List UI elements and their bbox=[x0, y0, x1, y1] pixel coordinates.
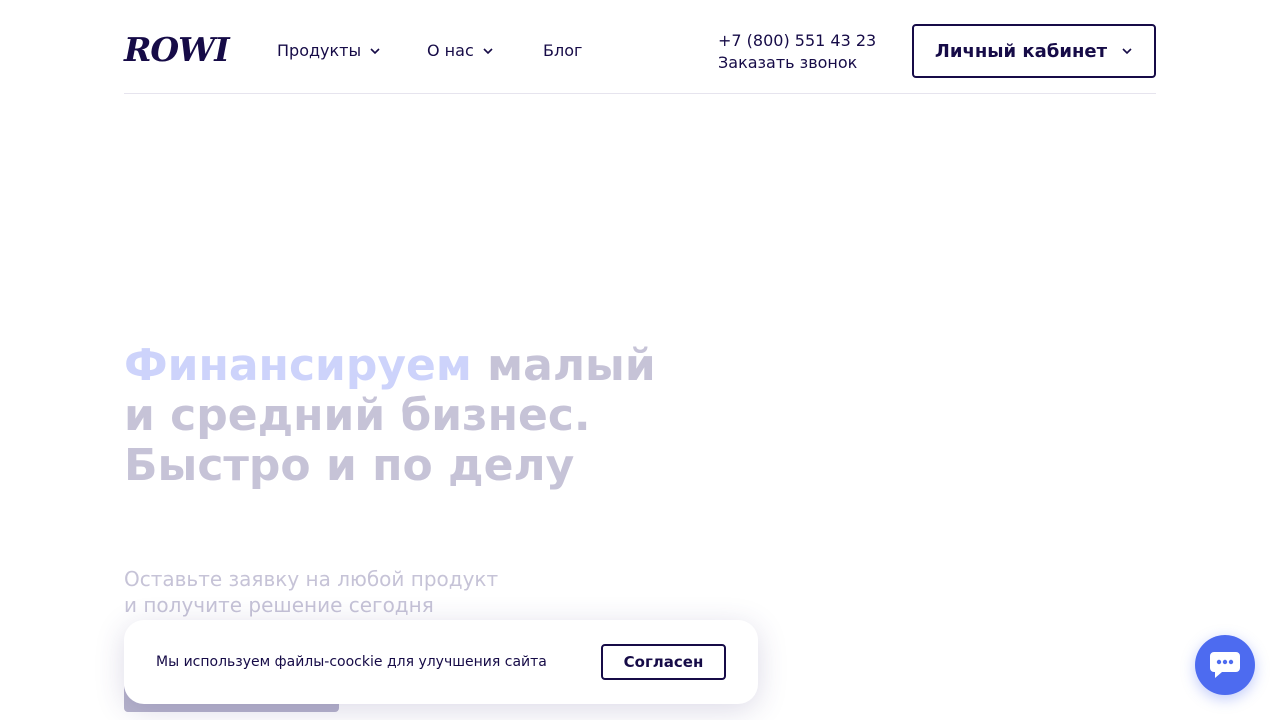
nav-blog-label: Блог bbox=[543, 41, 583, 60]
nav-products[interactable]: Продукты bbox=[277, 40, 381, 62]
hero-title-line1: малый bbox=[471, 340, 656, 391]
hero-title-line2: и средний бизнес. bbox=[124, 390, 591, 441]
cookie-banner: Мы используем файлы-coockie для улучшени… bbox=[124, 620, 758, 704]
personal-cabinet-label: Личный кабинет bbox=[934, 40, 1108, 62]
phone-link[interactable]: +7 (800) 551 43 23 bbox=[718, 30, 876, 52]
hero-title-line3: Быстро и по делу bbox=[124, 440, 575, 491]
hero-title-accent: Финансируем bbox=[124, 340, 472, 391]
logo[interactable]: ROWI bbox=[124, 30, 230, 70]
nav-products-label: Продукты bbox=[277, 41, 362, 60]
nav-about-label: О нас bbox=[427, 41, 474, 60]
nav-about[interactable]: О нас bbox=[427, 40, 494, 62]
page: ROWI Продукты О нас Блог +7 (800) 551 43… bbox=[0, 0, 1280, 720]
chat-bubble-icon bbox=[1210, 652, 1240, 678]
cookie-text: Мы используем файлы-coockie для улучшени… bbox=[156, 654, 547, 670]
hero-subtitle: Оставьте заявку на любой продукт и получ… bbox=[124, 566, 564, 618]
site-header: ROWI Продукты О нас Блог +7 (800) 551 43… bbox=[124, 0, 1156, 94]
cookie-accept-button[interactable]: Согласен bbox=[601, 644, 726, 680]
hero-subtitle-line2: и получите решение сегодня bbox=[124, 593, 434, 617]
chat-button[interactable] bbox=[1195, 635, 1255, 695]
contacts: +7 (800) 551 43 23 Заказать звонок bbox=[718, 30, 876, 74]
chevron-down-icon bbox=[1122, 48, 1132, 55]
personal-cabinet-button[interactable]: Личный кабинет bbox=[912, 24, 1156, 78]
chevron-down-icon bbox=[483, 48, 493, 55]
hero-subtitle-line1: Оставьте заявку на любой продукт bbox=[124, 567, 499, 591]
callback-link[interactable]: Заказать звонок bbox=[718, 52, 876, 74]
chevron-down-icon bbox=[370, 48, 380, 55]
hero-title: Финансируем малый и средний бизнес. Быст… bbox=[124, 341, 684, 491]
nav-blog[interactable]: Блог bbox=[543, 40, 582, 62]
